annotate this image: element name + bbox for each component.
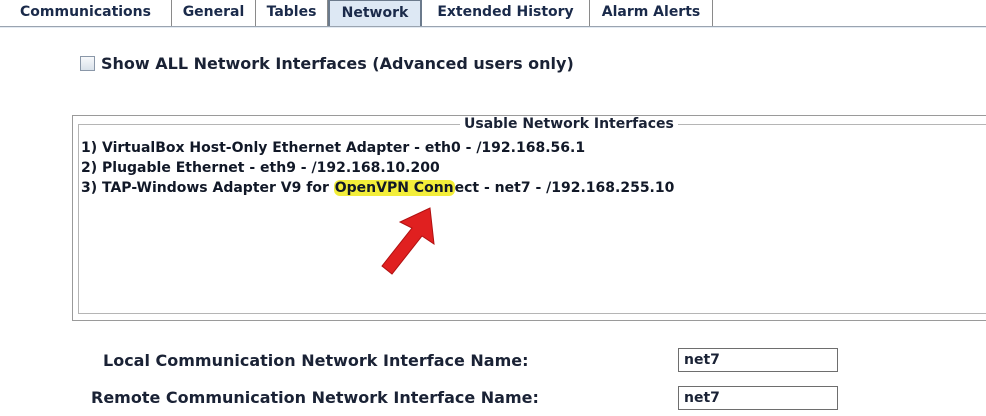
tab-bar: Communications General Tables Network Ex… [0, 0, 986, 28]
local-interface-label: Local Communication Network Interface Na… [103, 351, 529, 370]
interface-item-2[interactable]: 2) Plugable Ethernet - eth9 - /192.168.1… [81, 158, 674, 178]
interface-item-1[interactable]: 1) VirtualBox Host-Only Ethernet Adapter… [81, 138, 674, 158]
tab-alarm-alerts[interactable]: Alarm Alerts [590, 0, 713, 26]
remote-interface-label: Remote Communication Network Interface N… [91, 388, 539, 407]
interface-item-3-suffix: ect - net7 - /192.168.255.10 [454, 180, 675, 196]
interface-item-3-prefix: 3) TAP-Windows Adapter V9 for [81, 180, 334, 196]
local-interface-input[interactable]: net7 [678, 348, 838, 372]
remote-interface-input[interactable]: net7 [678, 386, 838, 410]
tab-general[interactable]: General [172, 0, 256, 26]
tab-tables[interactable]: Tables [256, 0, 328, 26]
interfaces-group-title: Usable Network Interfaces [460, 116, 678, 132]
interface-item-3[interactable]: 3) TAP-Windows Adapter V9 for OpenVPN Co… [81, 178, 674, 198]
annotation-arrow-icon [381, 207, 435, 275]
interfaces-list-items: 1) VirtualBox Host-Only Ethernet Adapter… [81, 138, 674, 198]
show-all-interfaces-option[interactable]: Show ALL Network Interfaces (Advanced us… [80, 53, 574, 73]
tab-communications[interactable]: Communications [0, 0, 172, 26]
tab-network[interactable]: Network [328, 0, 422, 27]
highlight-marker: OpenVPN Conn [333, 180, 455, 196]
show-all-interfaces-label: Show ALL Network Interfaces (Advanced us… [101, 53, 574, 73]
tab-extended-history[interactable]: Extended History [422, 0, 590, 26]
show-all-interfaces-checkbox[interactable] [80, 55, 95, 71]
